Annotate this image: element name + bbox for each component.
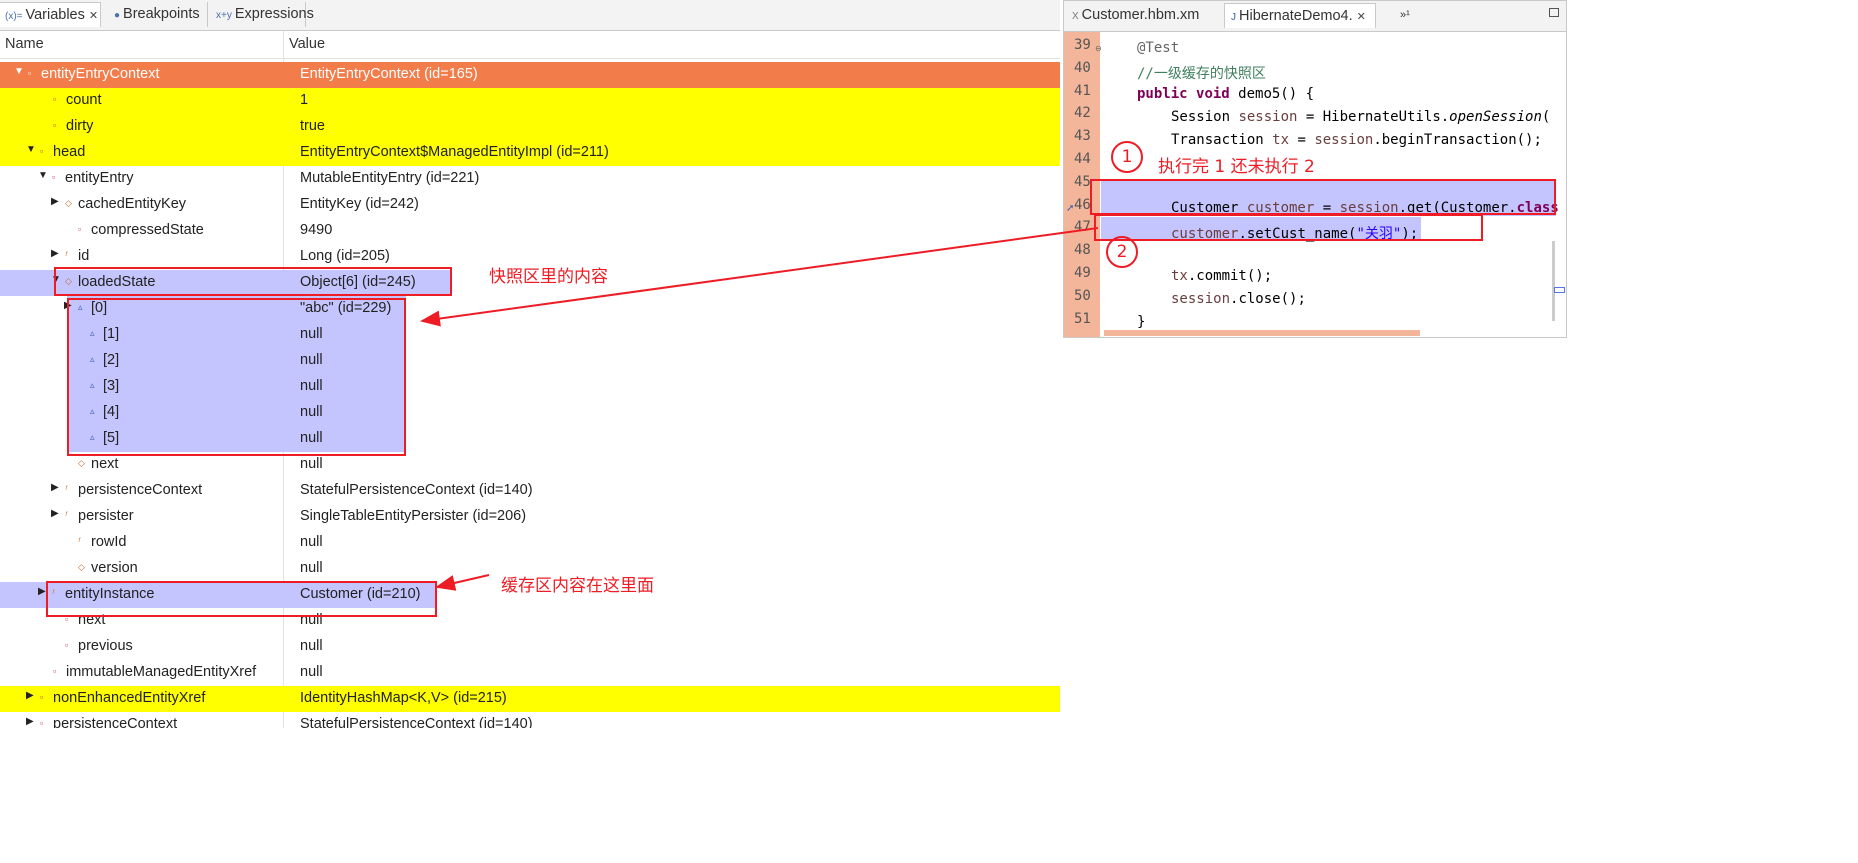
snapshot-arrow [420,227,1099,327]
annotation-arrows [420,227,1099,591]
cache-arrow [435,574,490,591]
